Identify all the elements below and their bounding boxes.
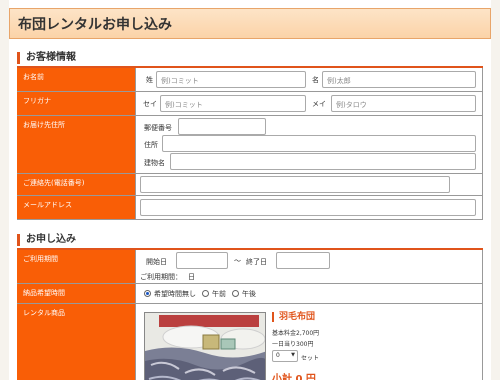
address-row: お届け先住所 郵便番号 住所 建物名 — [17, 116, 483, 174]
first-name-kana-input[interactable]: 例)タロウ — [331, 95, 476, 112]
email-input[interactable] — [140, 199, 476, 216]
start-date-input[interactable] — [176, 252, 228, 269]
chevron-down-icon: ▼ — [291, 352, 295, 358]
product-name: 羽毛布団 — [272, 312, 315, 322]
address-label: お届け先住所 — [17, 116, 135, 173]
period-label: ご利用期間 — [17, 250, 135, 283]
kana-label: フリガナ — [17, 92, 135, 115]
rental-items-row: レンタル商品 羽毛布団 基本料金2,700円 一日当り300円 0 ▼ セット … — [17, 304, 483, 380]
address-field-label: 住所 — [144, 141, 158, 149]
option-afternoon: 午後 — [242, 290, 256, 298]
kana-mei-label: メイ — [312, 100, 326, 108]
quantity-unit: セット — [301, 355, 320, 362]
phone-input[interactable] — [140, 176, 450, 193]
first-name-input[interactable]: 例)太郎 — [322, 71, 476, 88]
kana-sei-label: セイ — [143, 100, 157, 108]
address-input[interactable] — [162, 135, 476, 152]
customer-section-heading: お客様情報 — [17, 52, 76, 64]
mei-label: 名 — [312, 76, 319, 84]
days-label: ご利用期間： — [140, 273, 182, 281]
last-name-kana-input[interactable]: 例)コミット — [160, 95, 306, 112]
period-tilde: 〜 — [234, 257, 241, 265]
phone-row: ご連絡先(電話番号) — [17, 174, 483, 196]
base-price: 基本料金2,700円 — [272, 330, 320, 337]
kana-row: フリガナ セイ 例)コミット メイ 例)タロウ — [17, 92, 483, 116]
last-name-input[interactable]: 例)コミット — [156, 71, 306, 88]
email-label: メールアドレス — [17, 196, 135, 219]
page-title: 布団レンタルお申し込み — [18, 17, 172, 33]
order-section-heading: お申し込み — [17, 234, 76, 246]
quantity-value: 0 — [276, 352, 280, 359]
subtotal: 小計 0 円 — [272, 374, 316, 380]
option-morning: 午前 — [212, 290, 226, 298]
radio-no-preference[interactable] — [144, 290, 151, 297]
rental-items-label: レンタル商品 — [17, 304, 135, 380]
delivery-time-label: 納品希望時間 — [17, 284, 135, 303]
name-row: お名前 姓 例)コミット 名 例)太郎 — [17, 68, 483, 92]
form-page: 布団レンタルお申し込み お客様情報 お名前 姓 例)コミット 名 例)太郎 フリ… — [9, 0, 491, 380]
building-label: 建物名 — [144, 159, 165, 167]
end-date-label: 終了日 — [246, 258, 267, 266]
option-no-preference: 希望時間無し — [154, 290, 196, 298]
end-date-input[interactable] — [276, 252, 330, 269]
delivery-time-row: 納品希望時間 希望時間無し 午前 午後 — [17, 284, 483, 304]
futon-photo-illustration — [145, 313, 265, 380]
quantity-select[interactable]: 0 ▼ — [272, 350, 298, 362]
email-row: メールアドレス — [17, 196, 483, 220]
radio-afternoon[interactable] — [232, 290, 239, 297]
start-date-label: 開始日 — [146, 258, 167, 266]
sei-label: 姓 — [146, 76, 153, 84]
zip-label: 郵便番号 — [144, 124, 172, 132]
radio-morning[interactable] — [202, 290, 209, 297]
building-input[interactable] — [170, 153, 476, 170]
phone-label: ご連絡先(電話番号) — [17, 174, 135, 195]
days-unit: 日 — [188, 273, 195, 281]
zip-input[interactable] — [178, 118, 266, 135]
period-row: ご利用期間 開始日 〜 終了日 ご利用期間： 日 — [17, 250, 483, 284]
per-day-price: 一日当り300円 — [272, 341, 314, 348]
title-bar: 布団レンタルお申し込み — [9, 8, 491, 39]
name-label: お名前 — [17, 68, 135, 91]
futon-product-image — [144, 312, 266, 380]
